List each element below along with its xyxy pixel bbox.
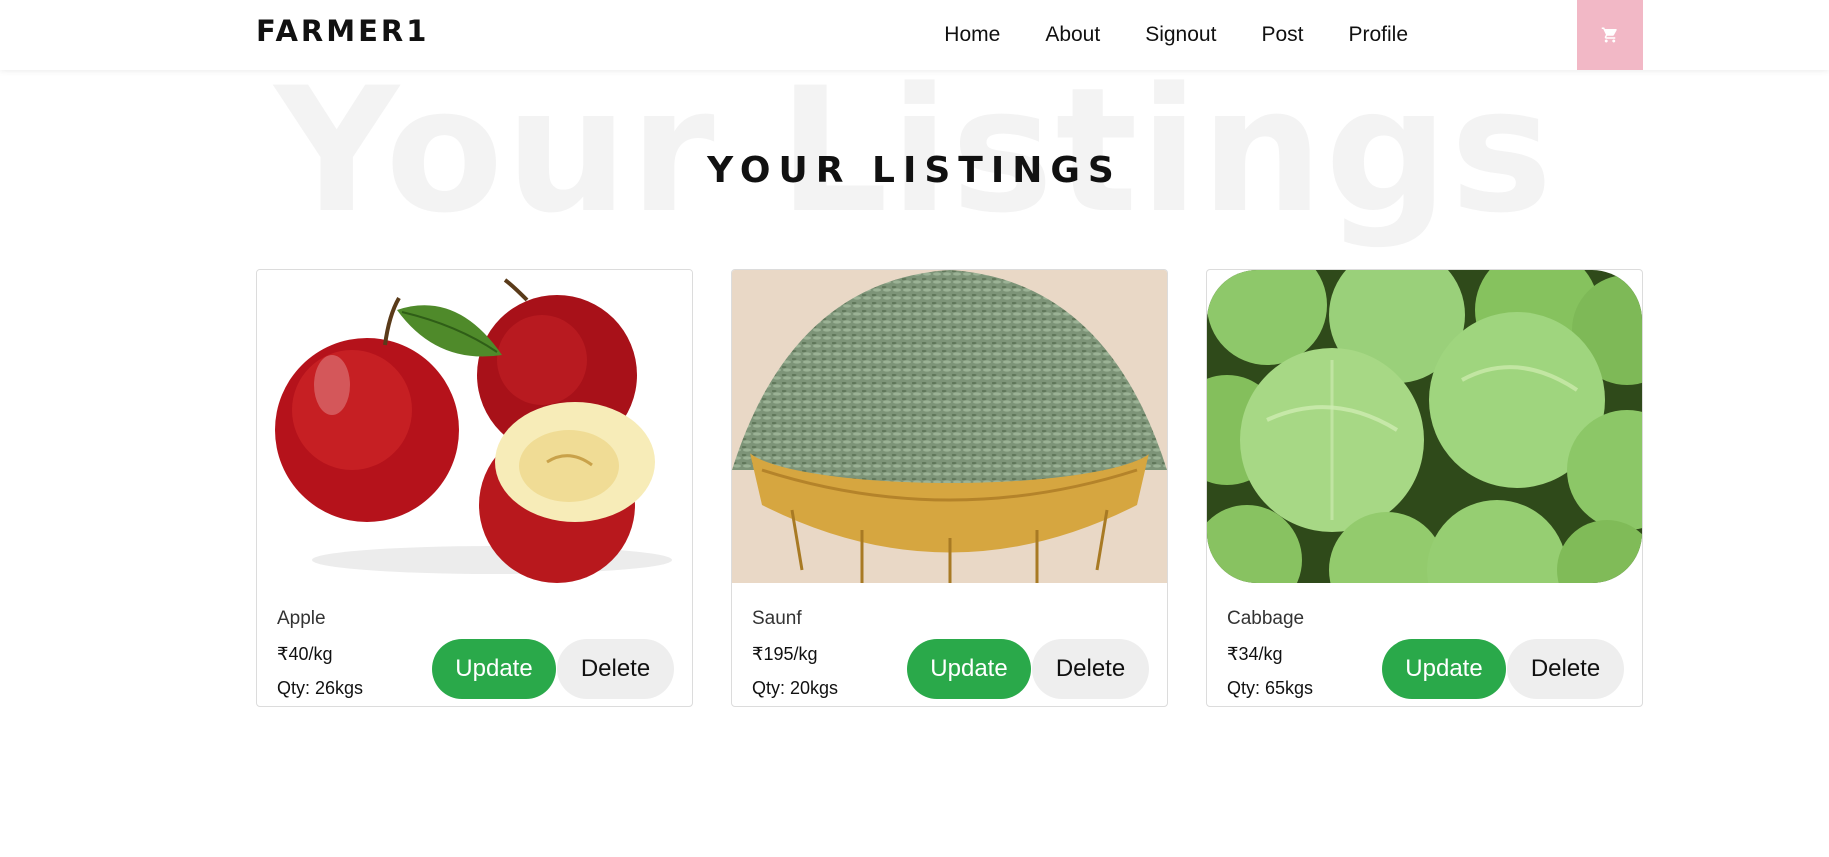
hero: Your Listings YOUR LISTINGS: [0, 65, 1829, 260]
brand-logo[interactable]: FARMER1: [256, 14, 429, 48]
listing-price: ₹34/kg: [1227, 644, 1283, 664]
nav-link-post[interactable]: Post: [1261, 23, 1303, 47]
apple-image: [257, 270, 692, 583]
delete-button[interactable]: Delete: [1032, 639, 1149, 699]
update-button[interactable]: Update: [432, 639, 556, 699]
listing-quantity: Qty: 20kgs: [752, 678, 839, 698]
delete-button[interactable]: Delete: [1507, 639, 1624, 699]
nav-link-home[interactable]: Home: [944, 23, 1000, 47]
cabbage-image: [1207, 270, 1642, 583]
nav-links: Home About Signout Post Profile: [899, 0, 1408, 70]
listing-card-saunf: Saunf ₹195/kg Qty: 20kgs Update Delete: [731, 269, 1168, 707]
nav-link-profile[interactable]: Profile: [1348, 23, 1408, 47]
listing-quantity: Qty: 65kgs: [1227, 678, 1314, 698]
listings-grid: Apple ₹40/kg Qty: 26kgs Update Delete Sa…: [256, 269, 1643, 709]
listing-quantity: Qty: 26kgs: [277, 678, 364, 698]
navbar: FARMER1 Home About Signout Post Profile: [0, 0, 1829, 70]
page-title: YOUR LISTINGS: [707, 150, 1122, 191]
nav-link-about[interactable]: About: [1045, 23, 1100, 47]
listing-price: ₹195/kg: [752, 644, 818, 664]
nav-link-signout[interactable]: Signout: [1145, 23, 1216, 47]
listing-name: Apple: [277, 608, 326, 629]
update-button[interactable]: Update: [1382, 639, 1506, 699]
update-button[interactable]: Update: [907, 639, 1031, 699]
delete-button[interactable]: Delete: [557, 639, 674, 699]
shopping-cart-icon: [1601, 27, 1617, 43]
listing-card-cabbage: Cabbage ₹34/kg Qty: 65kgs Update Delete: [1206, 269, 1643, 707]
listing-card-apple: Apple ₹40/kg Qty: 26kgs Update Delete: [256, 269, 693, 707]
listing-name: Cabbage: [1227, 608, 1305, 629]
listing-name: Saunf: [752, 608, 802, 629]
listing-price: ₹40/kg: [277, 644, 333, 664]
cart-button[interactable]: [1577, 0, 1643, 70]
saunf-image: [732, 270, 1167, 583]
